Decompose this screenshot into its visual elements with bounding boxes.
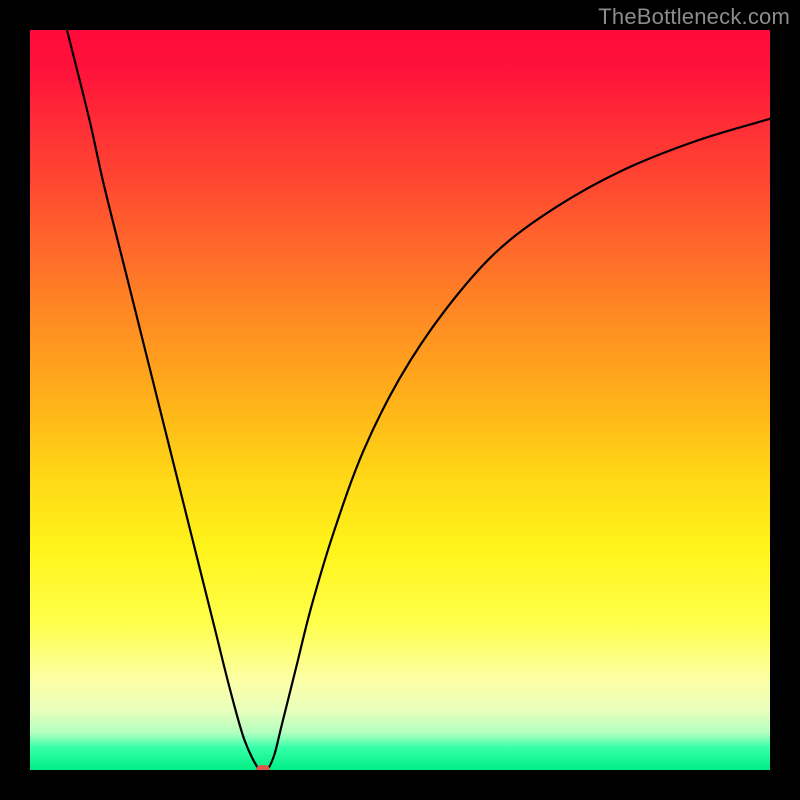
curve-svg — [30, 30, 770, 770]
optimum-marker — [256, 765, 270, 770]
bottleneck-curve — [67, 30, 770, 770]
plot-area — [30, 30, 770, 770]
watermark-text: TheBottleneck.com — [598, 4, 790, 30]
chart-frame: TheBottleneck.com — [0, 0, 800, 800]
